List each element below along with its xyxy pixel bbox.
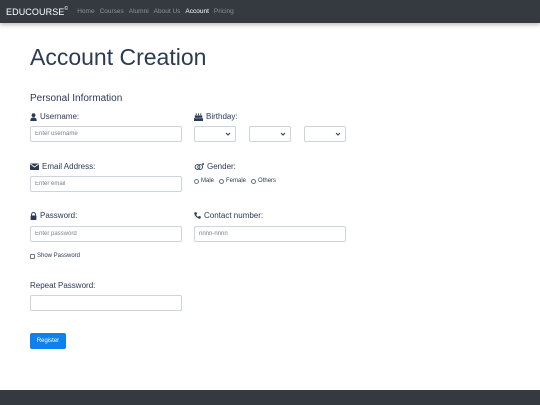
contact-number-input[interactable] (194, 226, 346, 242)
nav-link-courses[interactable]: Courses (100, 8, 124, 15)
birthday-label-text: Birthday: (206, 112, 238, 121)
password-input[interactable] (30, 226, 182, 242)
phone-icon (194, 212, 201, 219)
username-input[interactable] (30, 126, 182, 142)
repeat-password-label-text: Repeat Password: (30, 281, 96, 290)
lock-icon (30, 211, 37, 220)
birthday-cake-icon (194, 112, 203, 121)
envelope-icon (30, 163, 39, 170)
radio-button[interactable] (194, 178, 199, 184)
gender-option-others[interactable]: Others (251, 178, 276, 184)
top-navbar: EDUCOURSE© Home Courses Alumni About Us … (0, 0, 540, 23)
nav-link-alumni[interactable]: Alumni (129, 8, 149, 15)
gender-option-label: Female (226, 178, 247, 184)
page-title: Account Creation (30, 44, 207, 70)
password-label-text: Password: (40, 211, 78, 220)
contact-label: Contact number: (194, 211, 263, 220)
gender-option-female[interactable]: Female (219, 178, 246, 184)
chevron-down-icon (280, 132, 286, 136)
username-label: Username: (30, 112, 79, 121)
brand-mark: © (64, 5, 69, 12)
email-label: Email Address: (30, 162, 95, 171)
chevron-down-icon (225, 132, 231, 136)
birthday-label: Birthday: (194, 112, 238, 121)
nav-links: Home Courses Alumni About Us Account Pri… (77, 8, 234, 15)
password-label: Password: (30, 211, 77, 220)
radio-button[interactable] (219, 178, 225, 184)
nav-link-about-us[interactable]: About Us (154, 8, 181, 15)
email-label-text: Email Address: (42, 162, 96, 171)
show-password-checkbox[interactable] (30, 253, 35, 259)
birthday-month-select[interactable] (194, 126, 236, 142)
email-input[interactable] (30, 176, 182, 192)
gender-option-label: Others (258, 178, 277, 184)
nav-link-pricing[interactable]: Pricing (214, 8, 234, 15)
show-password-row: Show Password (30, 253, 80, 259)
footer-bar (0, 390, 540, 405)
gender-label-text: Gender: (207, 162, 236, 171)
gender-icon (194, 162, 204, 170)
gender-radio-group: Male Female Others (194, 178, 276, 184)
section-title: Personal Information (30, 93, 123, 104)
nav-link-home[interactable]: Home (77, 8, 94, 15)
radio-button[interactable] (251, 178, 257, 184)
username-label-text: Username: (40, 112, 80, 121)
repeat-password-label: Repeat Password: (30, 281, 95, 290)
nav-link-account[interactable]: Account (185, 8, 209, 15)
user-icon (30, 112, 37, 121)
repeat-password-input[interactable] (30, 295, 182, 311)
contact-label-text: Contact number: (204, 211, 264, 220)
birthday-day-select[interactable] (249, 126, 291, 142)
register-button[interactable]: Register (30, 333, 66, 349)
gender-option-male[interactable]: Male (194, 178, 214, 184)
gender-label: Gender: (194, 162, 236, 171)
gender-option-label: Male (201, 178, 215, 184)
brand-logo[interactable]: EDUCOURSE© (6, 5, 69, 17)
chevron-down-icon (335, 132, 341, 136)
show-password-label: Show Password (37, 253, 81, 259)
brand-name: EDUCOURSE (6, 6, 65, 17)
birthday-year-select[interactable] (304, 126, 346, 142)
